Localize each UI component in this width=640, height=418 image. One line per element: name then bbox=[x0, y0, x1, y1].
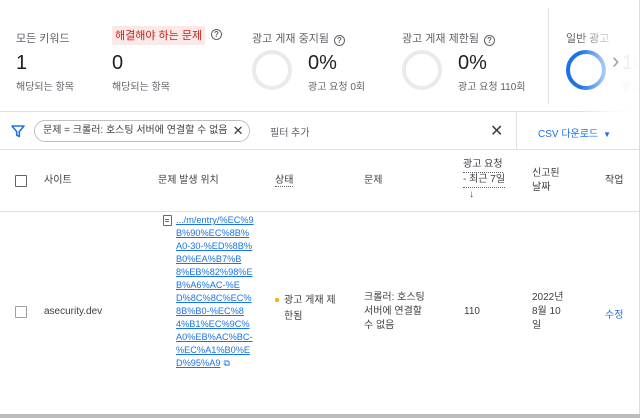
card-ad-serving-limited[interactable]: 광고 게재 제한됨? 0% 광고 요청 110회 bbox=[402, 0, 542, 112]
help-icon[interactable]: ? bbox=[483, 35, 495, 46]
caret-down-icon: ▼ bbox=[603, 130, 612, 139]
column-header-status-label: 상태 bbox=[275, 175, 294, 187]
card-title: 해결해야 하는 문제 bbox=[112, 26, 206, 45]
card-issues[interactable]: 해결해야 하는 문제 ? 0 해당되는 항목 bbox=[112, 0, 232, 112]
donut-chart bbox=[252, 50, 292, 90]
ad-requests-line1: 광고 요청 bbox=[463, 158, 503, 173]
filter-icon[interactable] bbox=[11, 124, 25, 138]
card-title-text: 해결해야 하는 문제 bbox=[115, 30, 203, 42]
issue-location-link[interactable]: .../m/entry/%EC%9B%90%EC%8B%A0-30-%ED%8B… bbox=[176, 214, 254, 370]
help-icon[interactable]: ? bbox=[333, 35, 345, 46]
card-subtitle: 광고 요청 0회 bbox=[308, 82, 366, 93]
help-icon[interactable]: ? bbox=[211, 29, 222, 40]
date-line2: 8월 10 bbox=[532, 306, 561, 317]
issue-line3: 수 없음 bbox=[364, 320, 395, 331]
donut-chart bbox=[402, 50, 442, 90]
filter-chip[interactable]: 문제 = 크롤러: 호스팅 서버에 연결할 수 없음 ✕ bbox=[34, 120, 251, 142]
column-header-action: 작업 bbox=[605, 175, 624, 186]
document-icon bbox=[163, 215, 172, 226]
filter-chip-label: 문제 = 크롤러: 호스팅 서버에 연결할 수 없음 bbox=[43, 125, 228, 136]
status-line1: 광고 게재 제 bbox=[284, 295, 336, 306]
site-name: asecurity.dev bbox=[44, 306, 103, 317]
card-title-text: 광고 게재 중지됨 bbox=[252, 33, 329, 45]
card-ad-serving-stopped[interactable]: 광고 게재 중지됨? 0% 광고 요청 0회 bbox=[252, 0, 392, 112]
card-subtitle: 해당되는 항목 bbox=[112, 82, 170, 93]
card-all-keywords[interactable]: 모든 키워드 1 해당되는 항목 bbox=[16, 0, 106, 112]
date-line1: 2022년 bbox=[532, 292, 564, 303]
csv-download-button[interactable]: CSV 다운로드 ▼ bbox=[538, 125, 611, 140]
card-value: 1 bbox=[16, 52, 28, 74]
card-subtitle: 광고 요청 110회 bbox=[458, 82, 526, 93]
date-line3: 일 bbox=[532, 320, 542, 331]
status-dot bbox=[275, 298, 279, 302]
column-header-issue[interactable]: 문제 bbox=[364, 174, 382, 188]
horizontal-scrollbar[interactable] bbox=[0, 414, 640, 418]
issue-text: 크롤러: 호스팅 서버에 연결할 수 없음 bbox=[364, 291, 444, 333]
card-title: 광고 게재 제한됨? bbox=[402, 30, 495, 46]
chevron-right-icon[interactable]: › bbox=[612, 48, 619, 74]
card-title-text: 광고 게재 제한됨 bbox=[402, 33, 479, 45]
edit-link[interactable]: 수정 bbox=[605, 306, 623, 321]
card-title: 광고 게재 중지됨? bbox=[252, 30, 345, 46]
card-value: 0% bbox=[458, 52, 487, 74]
reported-line2: 날짜 bbox=[532, 182, 551, 193]
clear-filters-icon[interactable]: ✕ bbox=[490, 121, 503, 141]
card-divider bbox=[548, 8, 549, 104]
ad-requests-line2: - 최근 7일 bbox=[463, 173, 506, 188]
issue-line1: 크롤러: 호스팅 bbox=[364, 292, 425, 303]
open-in-new-icon[interactable]: ⧉ bbox=[223, 357, 229, 370]
card-value: 0% bbox=[308, 52, 337, 74]
column-header-status[interactable]: 상태 bbox=[275, 174, 294, 188]
column-header-site[interactable]: 사이트 bbox=[44, 174, 72, 188]
issue-location-url: .../m/entry/%EC%9B%90%EC%8B%A0-30-%ED%8B… bbox=[176, 215, 254, 368]
csv-download-label: CSV 다운로드 bbox=[538, 129, 599, 140]
status-text: 광고 게재 제 한됨 bbox=[284, 294, 354, 324]
column-header-reported-date[interactable]: 신고된 날짜 bbox=[532, 167, 560, 195]
column-header-location[interactable]: 문제 발생 위치 bbox=[158, 174, 219, 188]
select-all-checkbox[interactable] bbox=[15, 175, 27, 187]
summary-cards: 모든 키워드 1 해당되는 항목 해결해야 하는 문제 ? 0 해당되는 항목 … bbox=[0, 0, 639, 112]
card-subtitle: 해당되는 항목 bbox=[16, 82, 74, 93]
ad-requests-value: 110 bbox=[464, 306, 480, 317]
scroll-fade bbox=[580, 0, 639, 112]
sort-arrow-icon: ↓ bbox=[469, 189, 474, 200]
card-title: 모든 키워드 bbox=[16, 33, 70, 45]
add-filter-input[interactable]: 필터 추가 bbox=[270, 124, 310, 139]
issue-line2: 서버에 연결할 bbox=[364, 306, 422, 317]
row-checkbox[interactable] bbox=[15, 306, 27, 318]
close-icon[interactable]: ✕ bbox=[233, 121, 244, 141]
status-line2: 한됨 bbox=[284, 311, 303, 322]
divider bbox=[516, 112, 517, 150]
ad-serving-panel: 모든 키워드 1 해당되는 항목 해결해야 하는 문제 ? 0 해당되는 항목 … bbox=[0, 0, 640, 414]
reported-date: 2022년 8월 10 일 bbox=[532, 291, 582, 333]
column-header-ad-requests[interactable]: 광고 요청 - 최근 7일 ↓ bbox=[463, 158, 519, 202]
reported-line1: 신고된 bbox=[532, 168, 560, 179]
card-value: 0 bbox=[112, 52, 124, 74]
